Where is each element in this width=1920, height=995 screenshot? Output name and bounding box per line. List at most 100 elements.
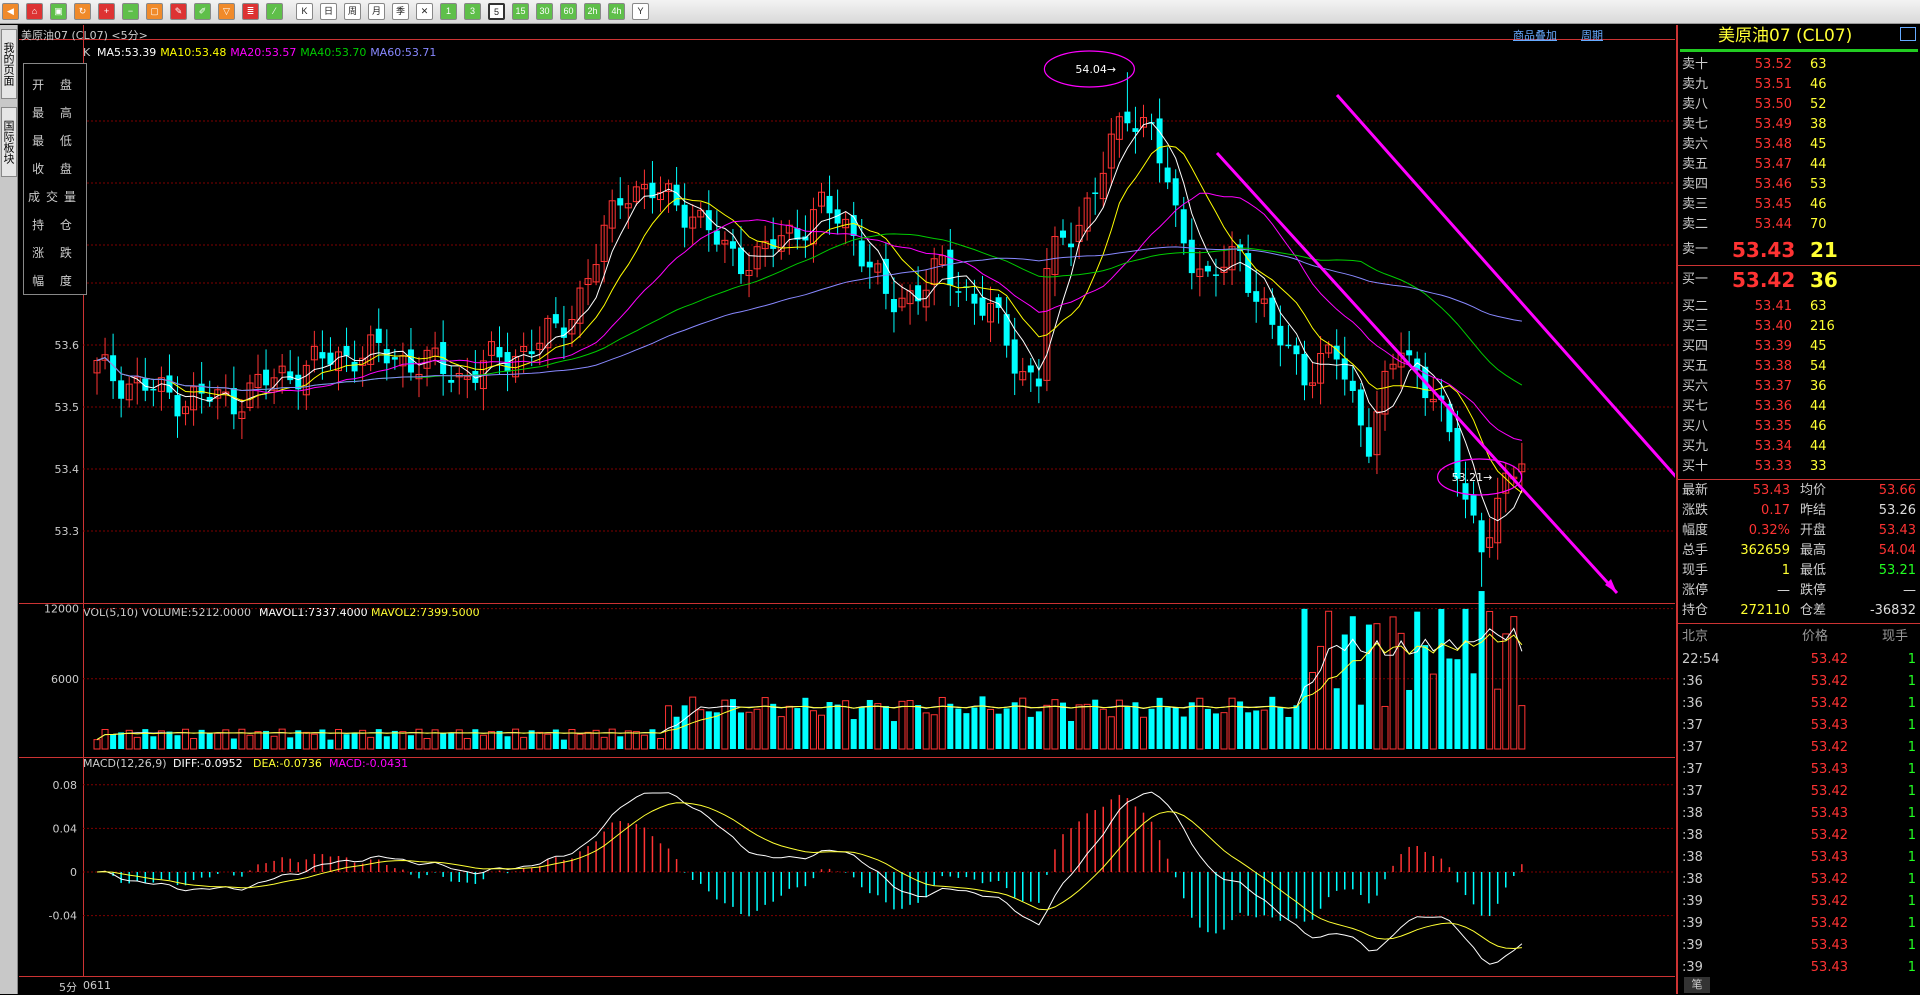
status-date: 0611 — [83, 979, 111, 992]
tick-row: :38 53.43 1 — [1682, 803, 1918, 825]
period-week-button[interactable]: 周 — [344, 3, 361, 20]
window-icon[interactable]: ▢ — [146, 3, 163, 20]
left-tab-strip: 我的页面 国际板块 — [0, 25, 18, 994]
vol-bar-up — [463, 737, 471, 750]
ma-line-ma40 — [96, 233, 1523, 392]
vol-bar-down — [496, 730, 503, 749]
filter-icon[interactable]: ▽ — [218, 3, 235, 20]
tick-price: 53.42 — [1810, 784, 1848, 799]
vol-bar-down — [472, 729, 479, 749]
vol-bar-up — [745, 711, 753, 750]
stat-value: 54.04 — [1878, 543, 1916, 558]
period-1m-button[interactable]: 1 — [440, 3, 457, 20]
period-link[interactable]: 周期 — [1581, 27, 1603, 43]
refresh-icon[interactable]: ↻ — [74, 3, 91, 20]
stat-label: 均价 — [1800, 483, 1827, 498]
draw-tool-icon[interactable]: ✐ — [194, 3, 211, 20]
period-3m-button[interactable]: 3 — [464, 3, 481, 20]
table-icon[interactable]: ≣ — [242, 3, 259, 20]
candle-body-down — [1060, 230, 1066, 238]
vol-bar-up — [544, 733, 552, 750]
macd-axis-label: 0.04 — [53, 822, 78, 835]
tick-time: :37 — [1682, 740, 1703, 755]
bid1-label: 买一 — [1682, 272, 1709, 287]
vol-bar-up — [1083, 703, 1091, 750]
tick-volume: 1 — [1907, 740, 1916, 755]
vol-bar-down — [1156, 697, 1163, 749]
vol-bar-up — [987, 708, 995, 750]
folder-icon[interactable]: ▣ — [50, 3, 67, 20]
period-5m-button[interactable]: 5 — [488, 3, 505, 20]
bid1-volume: 36 — [1810, 268, 1838, 292]
period-quarter-button[interactable]: 季 — [392, 3, 409, 20]
zoom-in-icon[interactable]: + — [98, 3, 115, 20]
info-box: 开 盘最 高最 低收 盘成交量持 仓涨 跌幅 度 — [23, 63, 87, 295]
tick-price: 53.43 — [1810, 850, 1848, 865]
period-day-button[interactable]: 日 — [320, 3, 337, 20]
chart-line-icon[interactable]: ⁄ — [266, 3, 283, 20]
bid-label: 买四 — [1682, 339, 1709, 354]
period-30m-button[interactable]: 30 — [536, 3, 553, 20]
stat-label: 涨跌 — [1682, 503, 1709, 518]
vol-bar-down — [1414, 611, 1421, 749]
vol-bar-down — [1341, 634, 1348, 749]
vol-bar-up — [632, 731, 640, 750]
expand-icon[interactable] — [1900, 27, 1916, 41]
macd-header-name: MACD(12,26,9) — [83, 757, 167, 770]
vol-bar-down — [1060, 702, 1066, 749]
bid-price: 53.37 — [1754, 379, 1792, 394]
tick-volume: 1 — [1907, 718, 1916, 733]
candle-body-down — [1462, 483, 1469, 500]
ask-price: 53.52 — [1754, 57, 1792, 72]
stats-row: 涨跌 0.17 昨结 53.26 — [1682, 501, 1918, 521]
bid1-price: 53.42 — [1732, 268, 1796, 292]
tick-price: 53.42 — [1810, 894, 1848, 909]
period-2h-button[interactable]: 2h — [584, 3, 601, 20]
bid-price: 53.34 — [1754, 439, 1792, 454]
vol-bar-up — [785, 705, 793, 750]
vol-axis-label: 6000 — [51, 673, 79, 686]
vol-bar-down — [110, 734, 117, 749]
ma-legend-ma5: MA5:53.39 — [97, 46, 156, 59]
kline-chart-svg[interactable]: 53.6 53.5 53.4 53.3 K MA5:53.39 MA10:53.48 MA20… — [19, 25, 1675, 994]
stat-label: 总手 — [1682, 543, 1709, 558]
draw-pen-icon[interactable]: ✎ — [170, 3, 187, 20]
period-4h-button[interactable]: 4h — [608, 3, 625, 20]
chart-area[interactable]: 53.6 53.5 53.4 53.3 K MA5:53.39 MA10:53.48 MA20… — [19, 25, 1675, 994]
bid-price: 53.33 — [1754, 459, 1792, 474]
vol-bar-down — [1462, 608, 1469, 749]
candle-body-down — [1035, 378, 1042, 387]
tab-intl-board[interactable]: 国际板块 — [1, 107, 17, 177]
bid-label: 买六 — [1682, 379, 1709, 394]
period-60m-button[interactable]: 60 — [560, 3, 577, 20]
vol-bar-down — [383, 736, 390, 749]
stat-label: 仓差 — [1800, 603, 1827, 618]
vol-bar-up — [246, 734, 254, 750]
period-year-button[interactable]: Y — [632, 3, 649, 20]
tick-time: :38 — [1682, 806, 1703, 821]
stat-label: 现手 — [1682, 563, 1709, 578]
tab-ticks[interactable]: 笔 — [1684, 977, 1710, 993]
vol-bar-down — [287, 737, 294, 749]
candle-body-down — [1132, 128, 1139, 132]
vol-bar-up — [536, 731, 544, 750]
period-month-button[interactable]: 月 — [368, 3, 385, 20]
home-icon[interactable]: ⌂ — [26, 3, 43, 20]
bid-label: 买三 — [1682, 319, 1709, 334]
kline-icon[interactable]: K — [296, 3, 313, 20]
tab-my-page[interactable]: 我的页面 — [1, 29, 17, 99]
bid-label: 买十 — [1682, 459, 1709, 474]
vol-bar-down — [1470, 673, 1477, 749]
tick-volume: 1 — [1907, 938, 1916, 953]
zoom-out-icon[interactable]: − — [122, 3, 139, 20]
candle-body-down — [729, 241, 736, 249]
tick-time: :36 — [1682, 674, 1703, 689]
back-icon[interactable]: ◀ — [2, 3, 19, 20]
period-15m-button[interactable]: 15 — [512, 3, 529, 20]
period-multi-button[interactable]: ✕ — [416, 3, 433, 20]
vol-bar-down — [1446, 658, 1453, 749]
macd-diff-line — [96, 791, 1523, 965]
vol-bar-down — [1011, 702, 1018, 749]
overlay-link[interactable]: 商品叠加 — [1513, 27, 1557, 43]
candle-body-down — [681, 204, 688, 228]
